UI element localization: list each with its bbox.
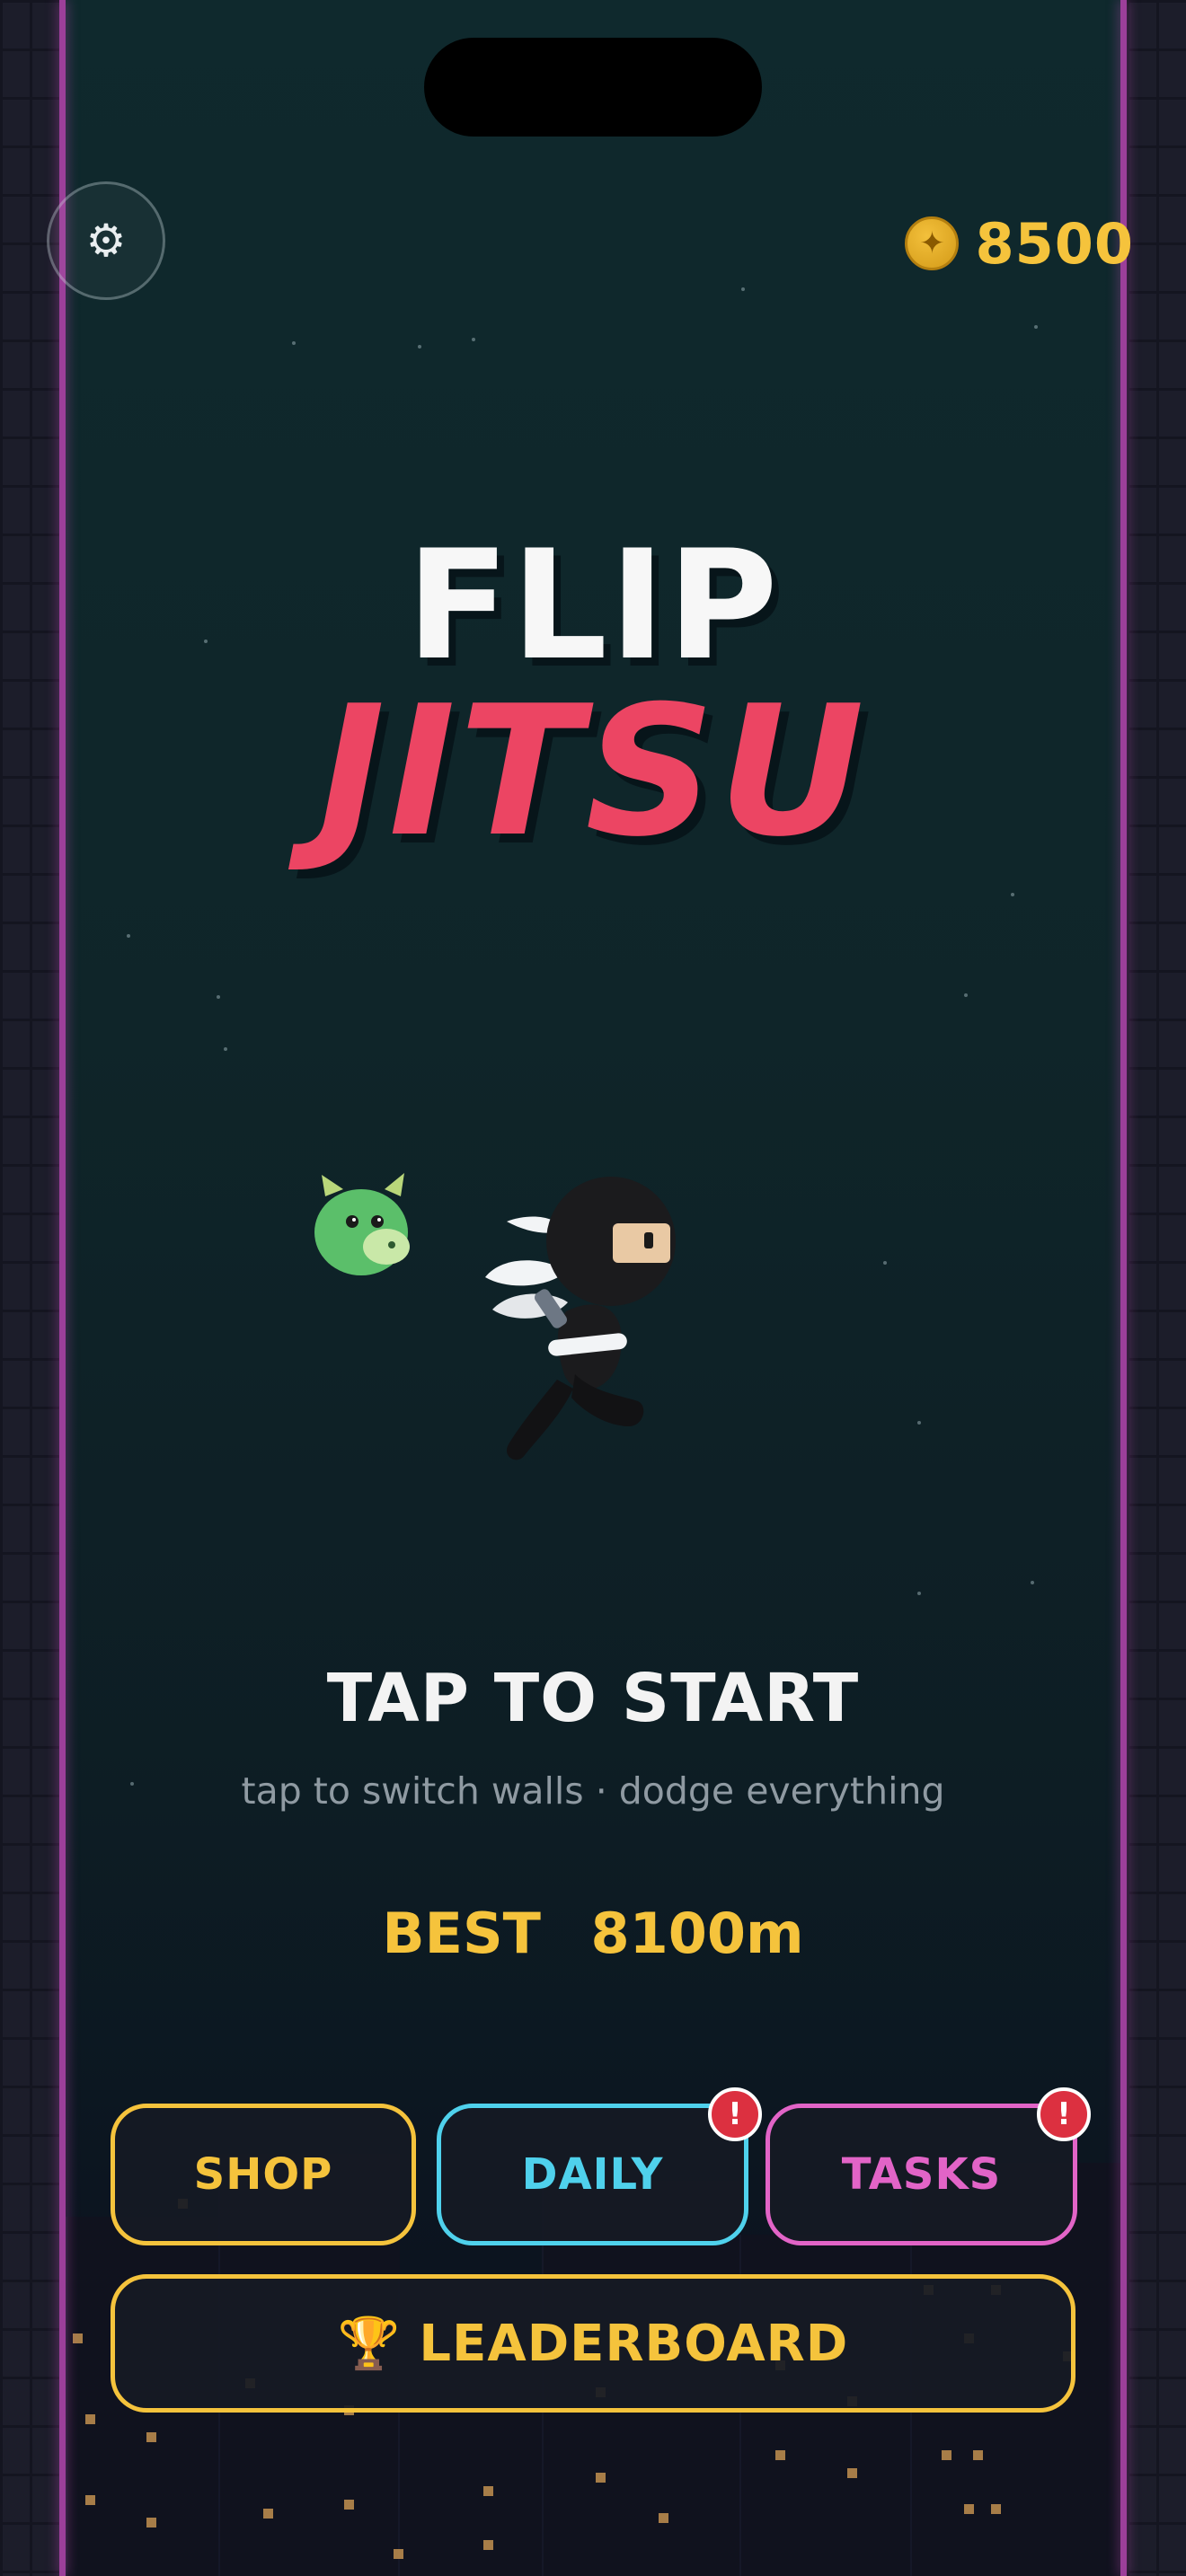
star <box>917 1421 921 1425</box>
ninja-eye <box>644 1232 653 1248</box>
building-window <box>483 2540 493 2550</box>
leaderboard-label: LEADERBOARD <box>419 2314 849 2373</box>
tasks-button[interactable]: TASKS <box>766 2104 1077 2245</box>
enemy-eye-left <box>346 1215 358 1228</box>
building-window <box>73 2333 83 2343</box>
ninja-face <box>613 1223 670 1263</box>
best-label: BEST <box>382 1901 541 1966</box>
game-title-flip: FLIP <box>406 517 780 693</box>
building-window <box>847 2468 857 2478</box>
star <box>1011 893 1014 896</box>
right-wall-glow <box>1120 0 1127 2576</box>
star <box>217 995 220 999</box>
building-window <box>483 2486 493 2496</box>
left-wall-glow <box>59 0 66 2576</box>
shop-button[interactable]: SHOP <box>111 2104 416 2245</box>
coin-count: 8500 <box>975 210 1134 277</box>
gear-icon: ⚙ <box>85 215 127 267</box>
building-window <box>85 2495 95 2505</box>
best-distance: BEST 8100m <box>0 1901 1186 1966</box>
building-window <box>973 2450 983 2460</box>
controls-hint: tap to switch walls · dodge everything <box>241 1769 945 1813</box>
star <box>127 934 130 938</box>
building-window <box>344 2500 354 2510</box>
daily-label: DAILY <box>521 2149 664 2200</box>
coin-counter: ✦ 8500 <box>905 210 1134 277</box>
star <box>472 338 475 341</box>
enemy-eye-shine <box>352 1218 356 1222</box>
building-window <box>596 2473 606 2483</box>
green-oni-enemy <box>314 1173 410 1275</box>
tasks-label: TASKS <box>841 2149 1002 2200</box>
building-window <box>146 2432 156 2442</box>
star <box>964 993 968 997</box>
building-window <box>775 2450 785 2460</box>
ninja-leg <box>571 1374 644 1426</box>
settings-button[interactable]: ⚙ <box>47 181 165 300</box>
star <box>883 1261 887 1265</box>
star <box>292 341 296 345</box>
best-value: 8100m <box>590 1901 804 1966</box>
coin-icon: ✦ <box>905 216 960 270</box>
leaderboard-button[interactable]: 🏆 LEADERBOARD <box>111 2274 1075 2413</box>
building-window <box>263 2509 273 2519</box>
enemy-eye-shine <box>377 1218 381 1222</box>
left-brick-wall <box>0 0 59 2576</box>
building-window <box>146 2518 156 2527</box>
star <box>741 287 745 291</box>
building-window <box>991 2504 1001 2514</box>
star <box>224 1047 227 1051</box>
shop-label: SHOP <box>193 2149 333 2200</box>
building-window <box>942 2450 951 2460</box>
enemy-snout <box>363 1229 410 1265</box>
daily-button[interactable]: DAILY <box>437 2104 748 2245</box>
daily-alert-badge: ! <box>708 2087 762 2141</box>
enemy-nostril <box>388 1241 395 1248</box>
enemy-horn-right <box>385 1173 404 1196</box>
star <box>917 1592 921 1595</box>
right-brick-wall <box>1127 0 1186 2576</box>
tap-to-start-prompt[interactable]: TAP TO START <box>0 1660 1186 1737</box>
enemy-eye-right <box>371 1215 384 1228</box>
dynamic-island <box>424 38 762 137</box>
trophy-icon: 🏆 <box>337 2315 402 2373</box>
star <box>1034 325 1038 329</box>
star <box>1031 1581 1034 1584</box>
tasks-alert-badge: ! <box>1037 2087 1091 2141</box>
building-window <box>659 2513 668 2523</box>
star <box>418 345 421 348</box>
building-window <box>394 2549 403 2559</box>
building-window <box>85 2414 95 2424</box>
building-window <box>964 2504 974 2514</box>
enemy-horn-left <box>322 1175 343 1196</box>
game-screen[interactable]: ⚙ ✦ 8500 FLIP JITSU TAP TO START tap to … <box>0 0 1186 2576</box>
game-title-jitsu: JITSU <box>318 667 868 877</box>
ninja-leg <box>506 1380 573 1460</box>
coin-star-glyph: ✦ <box>919 225 945 261</box>
ninja-player <box>485 1177 676 1460</box>
